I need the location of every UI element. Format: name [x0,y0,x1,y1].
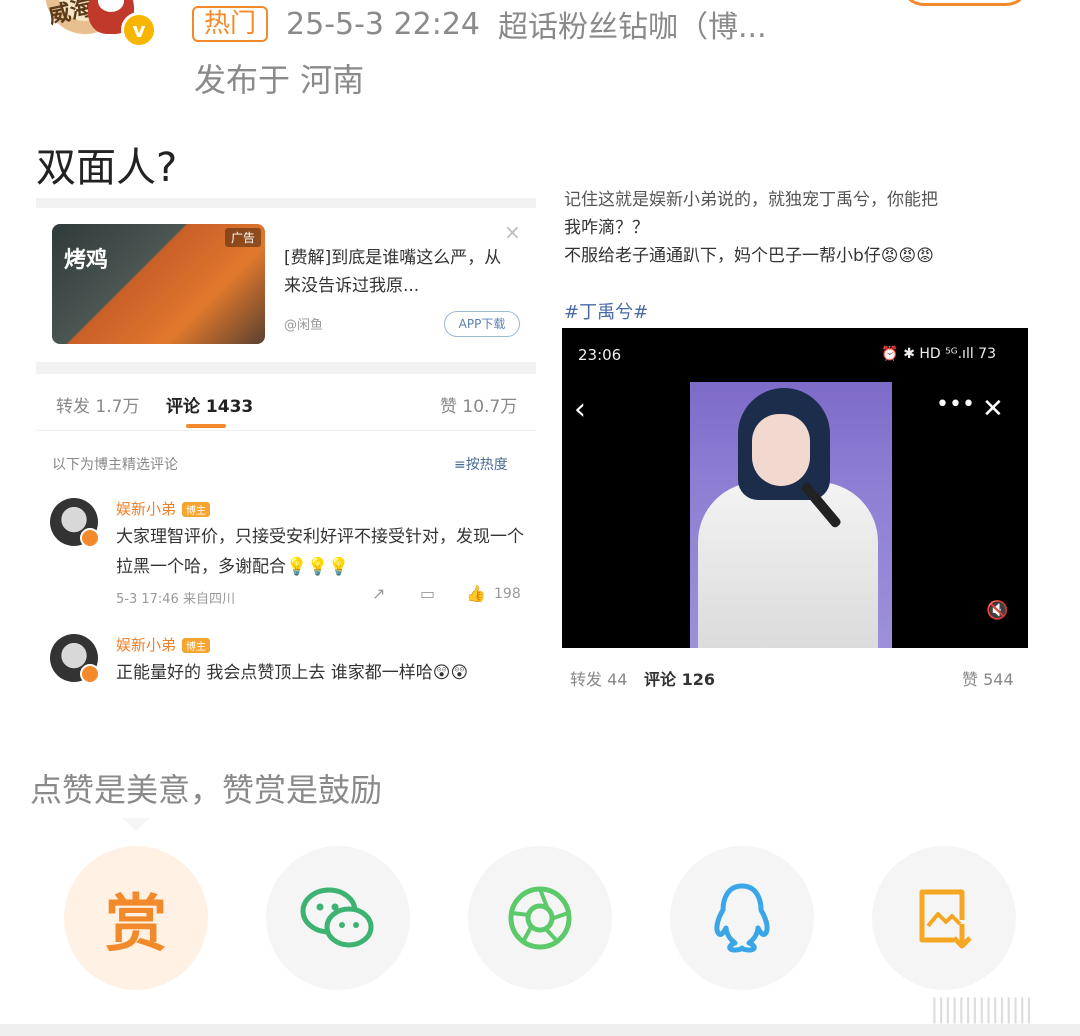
comment-text: 正能量好的 我会点赞顶上去 谁家都一样哈😲😲 [116,663,469,683]
post-timestamp: 25-5-3 22:24 [286,6,481,42]
share-icon[interactable]: ↗ [372,584,385,603]
ad-close-icon[interactable]: × [504,220,521,244]
ad-thumbnail[interactable]: 烤鸡 广告 [52,224,265,344]
reply-icon[interactable]: ▭ [420,584,435,603]
tab-repost[interactable]: 转发 44 [570,666,627,690]
ad-source: @闲鱼 [284,318,324,333]
ad-card[interactable]: 烤鸡 广告 × [费解]到底是谁嘴这么严，从来没告诉过我原... @闲鱼 APP… [36,198,536,374]
more-options-icon[interactable]: ••• [936,392,975,417]
divider [36,430,536,431]
commenter-avatar[interactable] [50,634,100,684]
embedded-screenshot-left[interactable]: 烤鸡 广告 × [费解]到底是谁嘴这么严，从来没告诉过我原... @闲鱼 APP… [36,198,536,718]
back-chevron-icon[interactable]: ‹ [574,392,586,427]
bottom-bar [0,1024,1080,1036]
commenter-avatar[interactable] [50,498,100,548]
reward-label: 赏 [104,887,167,960]
post-location: 发布于 河南 [194,61,365,99]
commenter-name[interactable]: 娱新小弟 博主 [116,634,211,655]
ad-badge: 广告 [224,228,261,247]
post-text: 双面人? [36,145,178,191]
sort-label: 以下为博主精选评论 [52,457,178,473]
performer-body [698,482,878,648]
reward-note: 点赞是美意，赞赏是鼓励 [30,771,383,809]
video-status-time: 23:06 [578,346,622,364]
performer-face [752,414,810,486]
moments-icon [508,886,572,950]
post-meta: 热门 25-5-3 22:24 超话粉丝钻咖（博... [192,2,767,46]
comment-item: 娱新小弟 博主 正能量好的 我会点赞顶上去 谁家都一样哈😲😲 [50,634,530,704]
commenter-name[interactable]: 娱新小弟 博主 [116,498,211,519]
video-status-icons: ⏰ ✱ HD ⁵ᴳ.ıll 73 [881,346,996,362]
post-source[interactable]: 超话粉丝钻咖（博... [498,2,767,46]
hot-tag[interactable]: 热门 [192,6,269,42]
comment-text: 大家理智评价，只接受安利好评不接受针对，发现一个拉黑一个哈，多谢配合💡💡💡 [116,527,524,577]
quoted-text-line: 我咋滴？？ [564,218,649,238]
follow-button[interactable] [900,0,1030,6]
comment-meta: 5-3 17:46 来自四川 [116,592,235,607]
embedded-screenshot-right[interactable]: 记住这就是娱新小弟说的，就独宠丁禹兮，你能把 我咋滴？？ 不服给老子通通趴下，妈… [562,188,1028,698]
video-frame-image [690,382,892,648]
tab-likes[interactable]: 赞 10.7万 [440,392,517,417]
reward-button[interactable]: 赏 [64,846,208,990]
tab-comments[interactable]: 评论 1433 [166,392,253,417]
like-icon[interactable]: 👍 [466,584,486,603]
ad-title[interactable]: [费解]到底是谁嘴这么严，从来没告诉过我原... [284,244,514,300]
topic-hashtag[interactable]: #丁禹兮# [564,298,648,324]
save-image-button[interactable] [872,846,1016,990]
ad-app-download-button[interactable]: APP下载 [444,311,520,337]
ad-thumbnail-label: 烤鸡 [64,248,109,273]
save-image-icon [919,889,972,949]
active-tab-indicator [186,424,226,428]
author-badge: 博主 [182,638,211,653]
watermark-bars: ||||||||||||||| [930,994,1033,1024]
tab-comments[interactable]: 评论 126 [644,666,715,690]
left-stats-bar: 转发 1.7万 评论 1433 赞 10.7万 [36,388,536,428]
tab-likes[interactable]: 赞 544 [962,666,1014,690]
share-wechat-button[interactable] [266,846,410,990]
qq-icon [714,883,770,953]
tab-repost[interactable]: 转发 1.7万 [56,392,139,417]
author-badge: 博主 [182,502,211,517]
commenter-name-text: 娱新小弟 [116,500,177,518]
share-qq-button[interactable] [670,846,814,990]
share-moments-button[interactable] [468,846,612,990]
video-player[interactable]: 23:06 ⏰ ✱ HD ⁵ᴳ.ıll 73 ‹ ••• ✕ 🔇 [562,328,1028,648]
quoted-text-line: 记住这就是娱新小弟说的，就独宠丁禹兮，你能把 [564,190,938,210]
reward-caret [64,818,210,831]
close-icon[interactable]: ✕ [982,394,1004,424]
mute-icon[interactable]: 🔇 [986,600,1008,621]
wechat-icon [300,887,374,948]
sort-by-hot-button[interactable]: ≡按热度 [454,454,508,474]
commenter-name-text: 娱新小弟 [116,636,177,654]
like-count: 198 [494,586,521,602]
comment-item: 娱新小弟 博主 大家理智评价，只接受安利好评不接受针对，发现一个拉黑一个哈，多谢配… [50,498,530,618]
verified-badge-icon: v [121,12,157,48]
quoted-text-line: 不服给老子通通趴下，妈个巴子一帮小b仔😡😡😡 [564,246,934,266]
